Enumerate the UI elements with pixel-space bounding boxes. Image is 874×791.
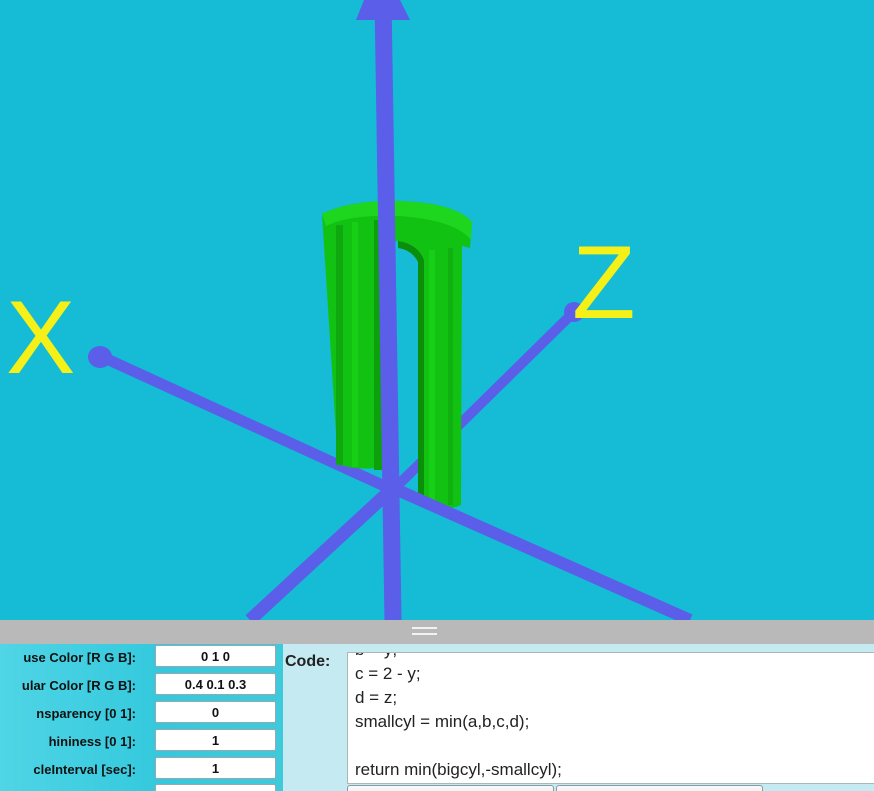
specular-color-input[interactable] [155,673,276,695]
x-axis-label: X [6,280,75,396]
z-axis-label: Z [572,225,636,341]
code-action-button-2[interactable] [556,785,763,791]
property-label: hininess [0 1]: [48,734,136,749]
property-label: use Color [R G B]: [23,650,136,665]
property-row-specular-color: ular Color [R G B]: [0,673,283,697]
partial-value-input[interactable] [155,784,276,791]
code-action-button-1[interactable] [347,785,554,791]
z-axis-negative [245,483,398,620]
property-row-cycle-interval: cleInterval [sec]: [0,757,283,781]
code-label: Code: [285,653,331,670]
code-editor-area: Code: b = y; c = 2 - y; d = z; smallcyl … [283,644,874,791]
code-textarea[interactable]: b = y; c = 2 - y; d = z; smallcyl = min(… [347,652,874,784]
property-row-partial [0,784,283,791]
y-axis-arrow-head [356,0,410,20]
code-line: d = z; [355,688,398,707]
scene-canvas[interactable]: X Z [0,0,874,620]
property-label: cleInterval [sec]: [33,762,136,777]
diffuse-color-input[interactable] [155,645,276,667]
property-label: ular Color [R G B]: [21,678,136,693]
code-line: smallcyl = min(a,b,c,d); [355,712,530,731]
property-row-diffuse-color: use Color [R G B]: [0,645,283,669]
property-label: nsparency [0 1]: [36,706,136,721]
hamburger-grip-icon[interactable] [412,627,437,637]
x-axis-end-cap [88,346,112,368]
bottom-panel: use Color [R G B]: ular Color [R G B]: n… [0,644,874,791]
code-line: return min(bigcyl,-smallcyl); [355,760,562,779]
shininess-input[interactable] [155,729,276,751]
x-axis-negative [390,482,693,620]
panel-resize-handle[interactable] [0,620,874,644]
property-row-transparency: nsparency [0 1]: [0,701,283,725]
y-axis-lower [384,487,400,620]
3d-viewport[interactable]: X Z [0,0,874,620]
code-line: b = y; [355,653,562,662]
transparency-input[interactable] [155,701,276,723]
properties-panel: use Color [R G B]: ular Color [R G B]: n… [0,644,283,791]
property-row-shininess: hininess [0 1]: [0,729,283,753]
code-line: c = 2 - y; [355,664,421,683]
cycle-interval-input[interactable] [155,757,276,779]
